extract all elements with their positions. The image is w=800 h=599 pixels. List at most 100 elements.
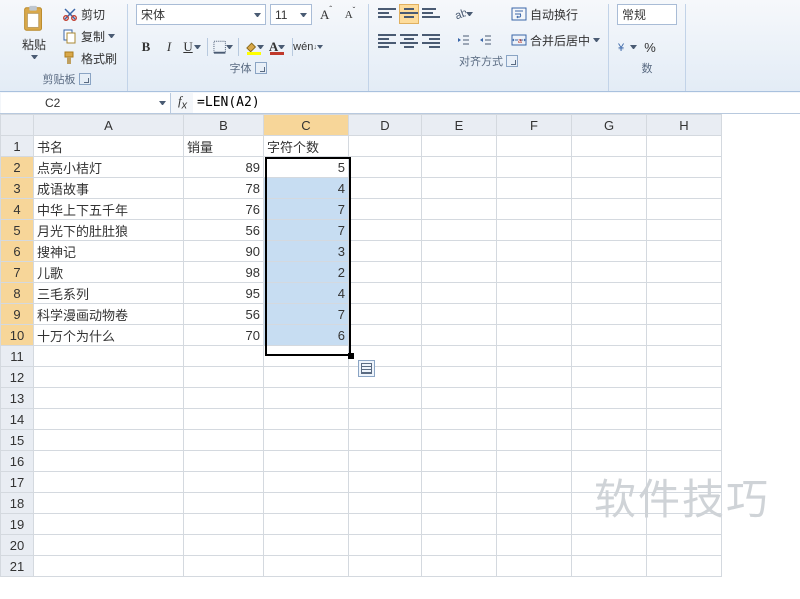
cell-E1[interactable] xyxy=(422,136,497,157)
cell-A6[interactable]: 搜神记 xyxy=(34,241,184,262)
cell-F14[interactable] xyxy=(497,409,572,430)
cell-G13[interactable] xyxy=(572,388,647,409)
cell-A17[interactable] xyxy=(34,472,184,493)
cell-E16[interactable] xyxy=(422,451,497,472)
cell-G20[interactable] xyxy=(572,535,647,556)
bold-button[interactable]: B xyxy=(136,37,156,57)
cell-H11[interactable] xyxy=(647,346,722,367)
cell-A18[interactable] xyxy=(34,493,184,514)
font-name-select[interactable]: 宋体 xyxy=(136,4,266,25)
dialog-launcher-icon[interactable] xyxy=(255,62,267,74)
autofill-options-button[interactable] xyxy=(358,360,375,377)
cell-E14[interactable] xyxy=(422,409,497,430)
cell-E4[interactable] xyxy=(422,199,497,220)
cell-H2[interactable] xyxy=(647,157,722,178)
wrap-text-button[interactable]: 自动换行 xyxy=(511,4,600,24)
cell-H20[interactable] xyxy=(647,535,722,556)
cell-F18[interactable] xyxy=(497,493,572,514)
cell-G7[interactable] xyxy=(572,262,647,283)
cell-D19[interactable] xyxy=(349,514,422,535)
cell-H7[interactable] xyxy=(647,262,722,283)
cell-D21[interactable] xyxy=(349,556,422,577)
cell-B10[interactable]: 70 xyxy=(184,325,264,346)
cell-H5[interactable] xyxy=(647,220,722,241)
cell-E13[interactable] xyxy=(422,388,497,409)
row-header-1[interactable]: 1 xyxy=(1,136,34,157)
row-header-10[interactable]: 10 xyxy=(1,325,34,346)
cell-C5[interactable]: 7 xyxy=(264,220,349,241)
cell-H18[interactable] xyxy=(647,493,722,514)
cell-A4[interactable]: 中华上下五千年 xyxy=(34,199,184,220)
cell-G18[interactable] xyxy=(572,493,647,514)
cell-E15[interactable] xyxy=(422,430,497,451)
cell-C14[interactable] xyxy=(264,409,349,430)
cell-G11[interactable] xyxy=(572,346,647,367)
cell-F3[interactable] xyxy=(497,178,572,199)
dialog-launcher-icon[interactable] xyxy=(79,73,91,85)
cell-B2[interactable]: 89 xyxy=(184,157,264,178)
copy-button[interactable]: 复制 xyxy=(60,26,119,46)
grow-font-button[interactable]: Aˆ xyxy=(316,5,336,25)
cell-C12[interactable] xyxy=(264,367,349,388)
cell-C9[interactable]: 7 xyxy=(264,304,349,325)
cell-E6[interactable] xyxy=(422,241,497,262)
cell-H6[interactable] xyxy=(647,241,722,262)
cell-B13[interactable] xyxy=(184,388,264,409)
col-header-E[interactable]: E xyxy=(422,115,497,136)
cell-C20[interactable] xyxy=(264,535,349,556)
align-top-button[interactable] xyxy=(377,4,397,24)
cell-A15[interactable] xyxy=(34,430,184,451)
cell-A11[interactable] xyxy=(34,346,184,367)
row-header-7[interactable]: 7 xyxy=(1,262,34,283)
name-box[interactable]: C2 xyxy=(1,93,171,113)
row-header-8[interactable]: 8 xyxy=(1,283,34,304)
cell-F9[interactable] xyxy=(497,304,572,325)
format-painter-button[interactable]: 格式刷 xyxy=(60,48,119,68)
cell-H10[interactable] xyxy=(647,325,722,346)
cell-A10[interactable]: 十万个为什么 xyxy=(34,325,184,346)
cell-A7[interactable]: 儿歌 xyxy=(34,262,184,283)
cell-C11[interactable] xyxy=(264,346,349,367)
cell-D18[interactable] xyxy=(349,493,422,514)
cell-F8[interactable] xyxy=(497,283,572,304)
formula-input[interactable] xyxy=(193,93,800,113)
cell-B5[interactable]: 56 xyxy=(184,220,264,241)
cell-B9[interactable]: 56 xyxy=(184,304,264,325)
cell-G19[interactable] xyxy=(572,514,647,535)
cell-A21[interactable] xyxy=(34,556,184,577)
cell-E10[interactable] xyxy=(422,325,497,346)
cell-G16[interactable] xyxy=(572,451,647,472)
cell-C19[interactable] xyxy=(264,514,349,535)
cell-F16[interactable] xyxy=(497,451,572,472)
cell-D10[interactable] xyxy=(349,325,422,346)
cell-A2[interactable]: 点亮小桔灯 xyxy=(34,157,184,178)
align-middle-button[interactable] xyxy=(399,4,419,24)
cell-E5[interactable] xyxy=(422,220,497,241)
cell-H8[interactable] xyxy=(647,283,722,304)
cell-A16[interactable] xyxy=(34,451,184,472)
cell-A8[interactable]: 三毛系列 xyxy=(34,283,184,304)
cell-B15[interactable] xyxy=(184,430,264,451)
cell-G8[interactable] xyxy=(572,283,647,304)
cell-H15[interactable] xyxy=(647,430,722,451)
cell-D8[interactable] xyxy=(349,283,422,304)
row-header-20[interactable]: 20 xyxy=(1,535,34,556)
cell-F20[interactable] xyxy=(497,535,572,556)
row-header-5[interactable]: 5 xyxy=(1,220,34,241)
cell-D1[interactable] xyxy=(349,136,422,157)
row-header-6[interactable]: 6 xyxy=(1,241,34,262)
cell-C3[interactable]: 4 xyxy=(264,178,349,199)
cell-B18[interactable] xyxy=(184,493,264,514)
cell-A20[interactable] xyxy=(34,535,184,556)
col-header-B[interactable]: B xyxy=(184,115,264,136)
row-header-4[interactable]: 4 xyxy=(1,199,34,220)
cell-C16[interactable] xyxy=(264,451,349,472)
row-header-12[interactable]: 12 xyxy=(1,367,34,388)
cell-D4[interactable] xyxy=(349,199,422,220)
row-header-17[interactable]: 17 xyxy=(1,472,34,493)
col-header-H[interactable]: H xyxy=(647,115,722,136)
cell-B11[interactable] xyxy=(184,346,264,367)
font-size-select[interactable]: 11 xyxy=(270,4,312,25)
cell-B7[interactable]: 98 xyxy=(184,262,264,283)
cell-C18[interactable] xyxy=(264,493,349,514)
